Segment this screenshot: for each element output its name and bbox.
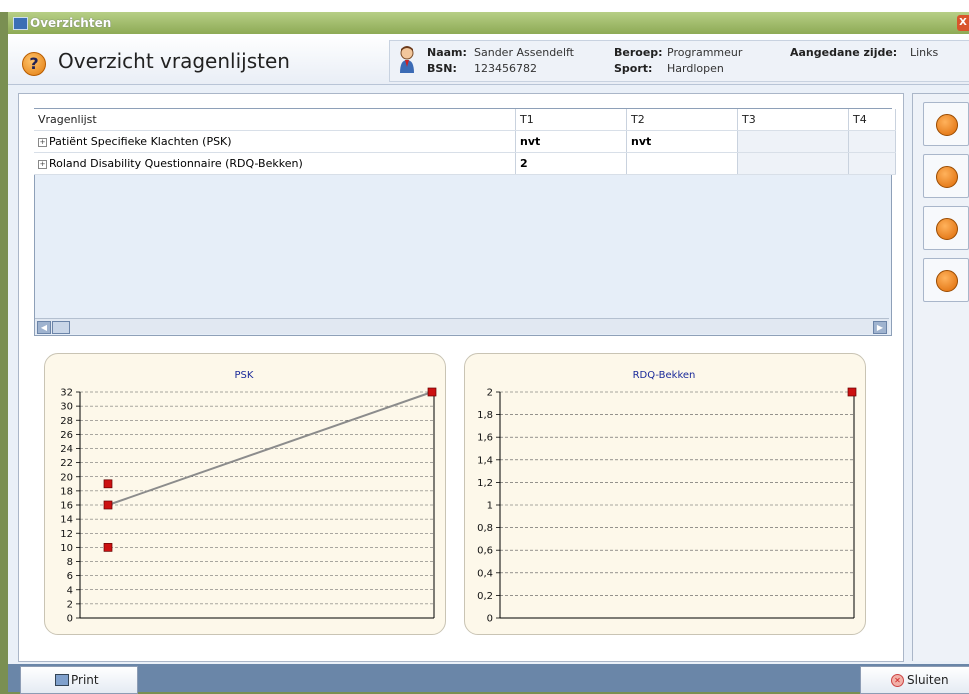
y-tick-label: 12 bbox=[60, 529, 73, 540]
monitor-icon bbox=[936, 270, 958, 292]
bsn-label: BSN: bbox=[427, 62, 457, 75]
y-tick-label: 8 bbox=[67, 557, 73, 568]
cell-t4 bbox=[848, 130, 896, 153]
patient-avatar-icon bbox=[400, 46, 414, 73]
window-close-button[interactable]: X bbox=[957, 15, 969, 31]
home-icon bbox=[936, 218, 958, 240]
cell-t3 bbox=[737, 152, 849, 175]
close-circle-icon: ✕ bbox=[891, 674, 904, 687]
column-header-t4[interactable]: T4 bbox=[848, 109, 896, 131]
column-header-vragenlijst[interactable]: Vragenlijst bbox=[34, 109, 516, 131]
beroep-value: Programmeur bbox=[667, 46, 743, 59]
cell-t2 bbox=[626, 152, 738, 175]
y-tick-label: 16 bbox=[60, 501, 73, 512]
y-tick-label: 1,6 bbox=[477, 433, 493, 444]
data-point bbox=[103, 543, 113, 552]
right-sidebar bbox=[912, 93, 969, 661]
y-tick-label: 1,8 bbox=[477, 410, 493, 421]
questionnaire-table: Vragenlijst T1 T2 T3 T4 + Patiënt Specifi… bbox=[34, 109, 896, 175]
cell-t3 bbox=[737, 130, 849, 153]
footer-bar bbox=[8, 664, 969, 692]
page-title: Overzicht vragenlijsten bbox=[58, 49, 290, 73]
y-tick-label: 18 bbox=[60, 486, 73, 497]
data-point bbox=[427, 387, 437, 397]
window-title: Overzichten bbox=[30, 16, 112, 30]
psk-chart: 02468101214161820222426283032 bbox=[60, 387, 437, 625]
sidebar-monitor-button[interactable] bbox=[923, 258, 969, 302]
y-tick-label: 0,4 bbox=[477, 568, 493, 579]
y-tick-label: 26 bbox=[60, 430, 73, 441]
aangedane-zijde-value: Links bbox=[910, 46, 939, 59]
y-tick-label: 2 bbox=[67, 599, 73, 610]
column-header-t2[interactable]: T2 bbox=[626, 109, 738, 131]
data-point bbox=[103, 479, 113, 489]
cell-t1: 2 bbox=[515, 152, 627, 175]
sidebar-ruler-button[interactable] bbox=[923, 154, 969, 198]
data-point bbox=[103, 500, 113, 510]
y-tick-label: 0 bbox=[67, 614, 73, 625]
y-tick-label: 6 bbox=[67, 571, 73, 582]
row-name-cell: + Roland Disability Questionnaire (RDQ-Be… bbox=[34, 152, 516, 175]
y-tick-label: 4 bbox=[67, 585, 73, 596]
sidebar-home-button[interactable] bbox=[923, 206, 969, 250]
scroll-right-icon[interactable]: ▶ bbox=[873, 321, 887, 334]
table-header-row: Vragenlijst T1 T2 T3 T4 bbox=[34, 109, 896, 131]
horizontal-scrollbar[interactable]: ◀ ▶ bbox=[35, 318, 889, 334]
y-tick-label: 22 bbox=[60, 458, 73, 469]
bsn-value: 123456782 bbox=[474, 62, 537, 75]
scroll-left-icon[interactable]: ◀ bbox=[37, 321, 51, 334]
naam-value: Sander Assendelft bbox=[474, 46, 574, 59]
help-icon: ? bbox=[22, 52, 46, 76]
print-button[interactable]: Print bbox=[20, 666, 138, 694]
rdq-chart: 0 0,2 0,4 0,6 0,8 1 1,2 1,4 1,6 1,8 2 bbox=[477, 387, 857, 625]
expand-icon[interactable]: + bbox=[38, 159, 47, 169]
sport-label: Sport: bbox=[614, 62, 653, 75]
cell-t1: nvt bbox=[515, 130, 627, 153]
row-name: Roland Disability Questionnaire (RDQ-Bek… bbox=[49, 157, 303, 170]
y-tick-label: 1,2 bbox=[477, 478, 493, 489]
scroll-thumb[interactable] bbox=[52, 321, 70, 334]
naam-label: Naam: bbox=[427, 46, 467, 59]
row-name-cell: + Patiënt Specifieke Klachten (PSK) bbox=[34, 130, 516, 153]
y-tick-label: 1 bbox=[487, 501, 493, 512]
y-tick-label: 10 bbox=[60, 543, 73, 554]
aangedane-zijde-label: Aangedane zijde: bbox=[790, 46, 898, 59]
cell-t4 bbox=[848, 152, 896, 175]
data-point bbox=[847, 387, 857, 397]
close-label: Sluiten bbox=[907, 673, 949, 687]
y-tick-label: 0,8 bbox=[477, 523, 493, 534]
window-titlebar: Overzichten X bbox=[8, 12, 969, 34]
window-icon bbox=[13, 17, 28, 30]
y-tick-label: 14 bbox=[60, 515, 73, 526]
column-header-t1[interactable]: T1 bbox=[515, 109, 627, 131]
y-tick-label: 24 bbox=[60, 444, 73, 455]
expand-icon[interactable]: + bbox=[38, 137, 47, 147]
printer-icon bbox=[55, 674, 69, 686]
help-icon bbox=[936, 114, 958, 136]
column-header-t3[interactable]: T3 bbox=[737, 109, 849, 131]
table-row[interactable]: + Roland Disability Questionnaire (RDQ-Be… bbox=[34, 152, 896, 175]
y-tick-label: 2 bbox=[487, 388, 493, 399]
y-tick-label: 32 bbox=[60, 388, 73, 399]
y-tick-label: 1,4 bbox=[477, 455, 493, 466]
y-tick-label: 28 bbox=[60, 416, 73, 427]
print-label: Print bbox=[71, 673, 99, 687]
sidebar-help-button[interactable] bbox=[923, 102, 969, 146]
outer-top-strip bbox=[0, 0, 969, 12]
y-tick-label: 30 bbox=[60, 402, 73, 413]
y-tick-label: 20 bbox=[60, 472, 73, 483]
y-tick-label: 0 bbox=[487, 614, 493, 625]
cell-t2: nvt bbox=[626, 130, 738, 153]
y-tick-label: 0,2 bbox=[477, 591, 493, 602]
close-button[interactable]: ✕ Sluiten bbox=[860, 666, 969, 694]
sport-value: Hardlopen bbox=[667, 62, 724, 75]
ruler-icon bbox=[936, 166, 958, 188]
row-name: Patiënt Specifieke Klachten (PSK) bbox=[49, 135, 232, 148]
y-tick-label: 0,6 bbox=[477, 546, 493, 557]
table-row[interactable]: + Patiënt Specifieke Klachten (PSK) nvt n… bbox=[34, 130, 896, 153]
beroep-label: Beroep: bbox=[614, 46, 663, 59]
